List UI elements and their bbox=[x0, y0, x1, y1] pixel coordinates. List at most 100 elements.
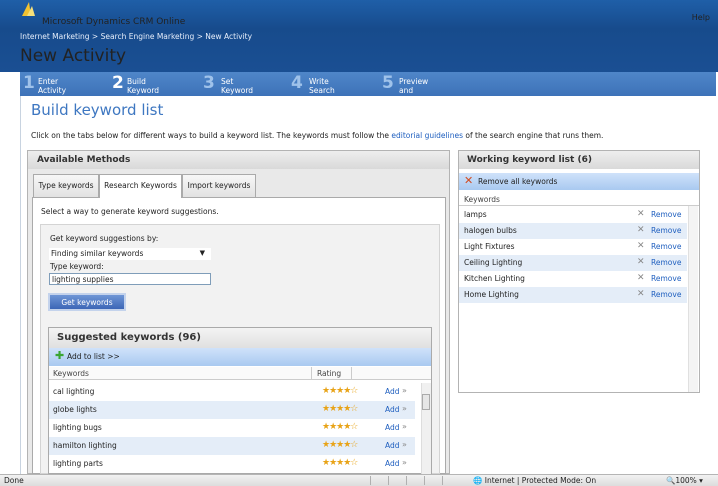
dropdown-value: Finding similar keywords bbox=[51, 249, 144, 258]
suggested-row[interactable]: hamilton lighting ★★★★☆ Add » bbox=[49, 437, 415, 455]
section-title: Build keyword list bbox=[31, 101, 164, 119]
wizard-steps: 1 Enter Activity Details 2 Build Keyword… bbox=[20, 72, 716, 104]
keyword-text: hamilton lighting bbox=[53, 441, 117, 450]
keyword-text: lighting parts bbox=[53, 459, 103, 468]
help-link[interactable]: Help bbox=[692, 13, 710, 22]
add-keyword-link[interactable]: Add bbox=[385, 441, 400, 450]
working-column-headers: Keywords bbox=[459, 193, 699, 206]
keyword-text: Kitchen Lighting bbox=[464, 274, 525, 283]
working-row[interactable]: Ceiling Lighting ✕ Remove bbox=[459, 255, 687, 271]
get-keywords-button[interactable]: Get keywords bbox=[48, 293, 126, 311]
zoom-magnifier-icon: 🔍 bbox=[666, 476, 676, 485]
keyword-text: Ceiling Lighting bbox=[464, 258, 523, 267]
remove-keyword-link[interactable]: Remove bbox=[651, 242, 681, 251]
keyword-text: halogen bulbs bbox=[464, 226, 517, 235]
add-keyword-link[interactable]: Add bbox=[385, 387, 400, 396]
double-chevron-right-icon[interactable]: » bbox=[402, 386, 407, 395]
scrollbar-thumb[interactable] bbox=[422, 394, 430, 410]
browser-status-bar bbox=[0, 474, 718, 486]
tab-research-keywords[interactable]: Research Keywords bbox=[99, 174, 182, 198]
close-icon[interactable]: ✕ bbox=[637, 225, 645, 235]
chevron-down-icon: ▼ bbox=[199, 249, 205, 257]
add-keyword-link[interactable]: Add bbox=[385, 405, 400, 414]
status-divider bbox=[406, 476, 407, 485]
suggested-column-headers: Keywords Rating bbox=[49, 367, 431, 380]
tab-type-keywords[interactable]: Type keywords bbox=[33, 174, 99, 197]
close-icon[interactable]: ✕ bbox=[637, 289, 645, 299]
breadcrumb: Internet Marketing > Search Engine Marke… bbox=[20, 32, 253, 41]
suggested-row[interactable]: lighting bugs ★★★★☆ Add » bbox=[49, 419, 415, 437]
double-chevron-right-icon[interactable]: » bbox=[402, 440, 407, 449]
keyword-text: Light Fixtures bbox=[464, 242, 515, 251]
status-divider bbox=[370, 476, 371, 485]
step-number: 2 bbox=[112, 73, 124, 93]
rating-stars-icon: ★★★★☆ bbox=[322, 386, 358, 396]
rating-stars-icon: ★★★★☆ bbox=[322, 440, 358, 450]
available-methods-header: Available Methods bbox=[28, 151, 449, 169]
intro-text: Click on the tabs below for different wa… bbox=[31, 131, 603, 140]
rating-stars-icon: ★★★★☆ bbox=[322, 404, 358, 414]
remove-keyword-link[interactable]: Remove bbox=[651, 258, 681, 267]
column-rating[interactable]: Rating bbox=[317, 369, 341, 378]
add-plus-icon: ✚ bbox=[55, 349, 65, 362]
get-suggestions-label: Get keyword suggestions by: bbox=[50, 234, 159, 243]
zoom-control[interactable]: 🔍100% ▾ bbox=[666, 476, 703, 485]
product-name: Microsoft Dynamics CRM Online bbox=[42, 17, 186, 27]
working-row[interactable]: halogen bulbs ✕ Remove bbox=[459, 223, 687, 239]
suggestion-method-dropdown[interactable]: Finding similar keywords ▼ bbox=[49, 248, 211, 260]
working-row[interactable]: Light Fixtures ✕ Remove bbox=[459, 239, 687, 255]
double-chevron-right-icon[interactable]: » bbox=[402, 458, 407, 467]
zoom-level: 100% bbox=[675, 476, 697, 485]
intro-text-start: Click on the tabs below for different wa… bbox=[31, 131, 392, 140]
suggested-row[interactable]: globe lights ★★★★☆ Add » bbox=[49, 401, 415, 419]
intro-text-end: of the search engine that runs them. bbox=[463, 131, 604, 140]
column-keywords[interactable]: Keywords bbox=[464, 195, 500, 204]
remove-keyword-link[interactable]: Remove bbox=[651, 210, 681, 219]
rating-stars-icon: ★★★★☆ bbox=[322, 422, 358, 432]
remove-keyword-link[interactable]: Remove bbox=[651, 290, 681, 299]
close-icon[interactable]: ✕ bbox=[637, 257, 645, 267]
type-keyword-label: Type keyword: bbox=[50, 262, 104, 271]
keyword-text: lamps bbox=[464, 210, 487, 219]
close-icon[interactable]: ✕ bbox=[637, 209, 645, 219]
step-number: 5 bbox=[382, 73, 394, 93]
add-keyword-link[interactable]: Add bbox=[385, 423, 400, 432]
working-row[interactable]: Home Lighting ✕ Remove bbox=[459, 287, 687, 303]
security-zone-label: Internet | Protected Mode: On bbox=[484, 476, 597, 485]
suggested-keywords-header: Suggested keywords (96) bbox=[49, 328, 431, 348]
dynamics-logo-icon bbox=[20, 2, 36, 16]
editorial-guidelines-link[interactable]: editorial guidelines bbox=[391, 131, 463, 140]
status-divider bbox=[424, 476, 425, 485]
suggested-row[interactable]: cal lighting ★★★★☆ Add » bbox=[49, 383, 415, 401]
working-row[interactable]: lamps ✕ Remove bbox=[459, 207, 687, 223]
add-to-list-button[interactable]: Add to list >> bbox=[49, 348, 431, 366]
page-title: New Activity bbox=[20, 46, 127, 66]
remove-all-keywords-button[interactable]: Remove all keywords bbox=[459, 173, 699, 190]
suggested-row[interactable]: lighting parts ★★★★☆ Add » bbox=[49, 455, 415, 473]
double-chevron-right-icon[interactable]: » bbox=[402, 422, 407, 431]
column-keywords[interactable]: Keywords bbox=[53, 369, 89, 378]
rating-stars-icon: ★★★★☆ bbox=[322, 458, 358, 468]
keyword-input[interactable]: lighting supplies bbox=[49, 273, 211, 285]
add-keyword-link[interactable]: Add bbox=[385, 459, 400, 468]
working-scrollbar[interactable] bbox=[688, 206, 698, 392]
status-text: Done bbox=[4, 476, 24, 485]
remove-keyword-link[interactable]: Remove bbox=[651, 226, 681, 235]
select-method-prompt: Select a way to generate keyword suggest… bbox=[41, 207, 219, 216]
keyword-text: globe lights bbox=[53, 405, 97, 414]
double-chevron-right-icon[interactable]: » bbox=[402, 404, 407, 413]
close-icon[interactable]: ✕ bbox=[637, 273, 645, 283]
remove-x-icon: ✕ bbox=[464, 174, 474, 187]
tab-import-keywords[interactable]: Import keywords bbox=[182, 174, 256, 197]
keyword-text: lighting bugs bbox=[53, 423, 102, 432]
working-row[interactable]: Kitchen Lighting ✕ Remove bbox=[459, 271, 687, 287]
step-number: 3 bbox=[203, 73, 215, 93]
close-icon[interactable]: ✕ bbox=[637, 241, 645, 251]
column-divider bbox=[351, 367, 352, 380]
security-zone[interactable]: 🌐 Internet | Protected Mode: On bbox=[473, 476, 596, 485]
remove-keyword-link[interactable]: Remove bbox=[651, 274, 681, 283]
step-number: 1 bbox=[23, 73, 35, 93]
keyword-text: Home Lighting bbox=[464, 290, 519, 299]
status-divider bbox=[388, 476, 389, 485]
step-number: 4 bbox=[291, 73, 303, 93]
